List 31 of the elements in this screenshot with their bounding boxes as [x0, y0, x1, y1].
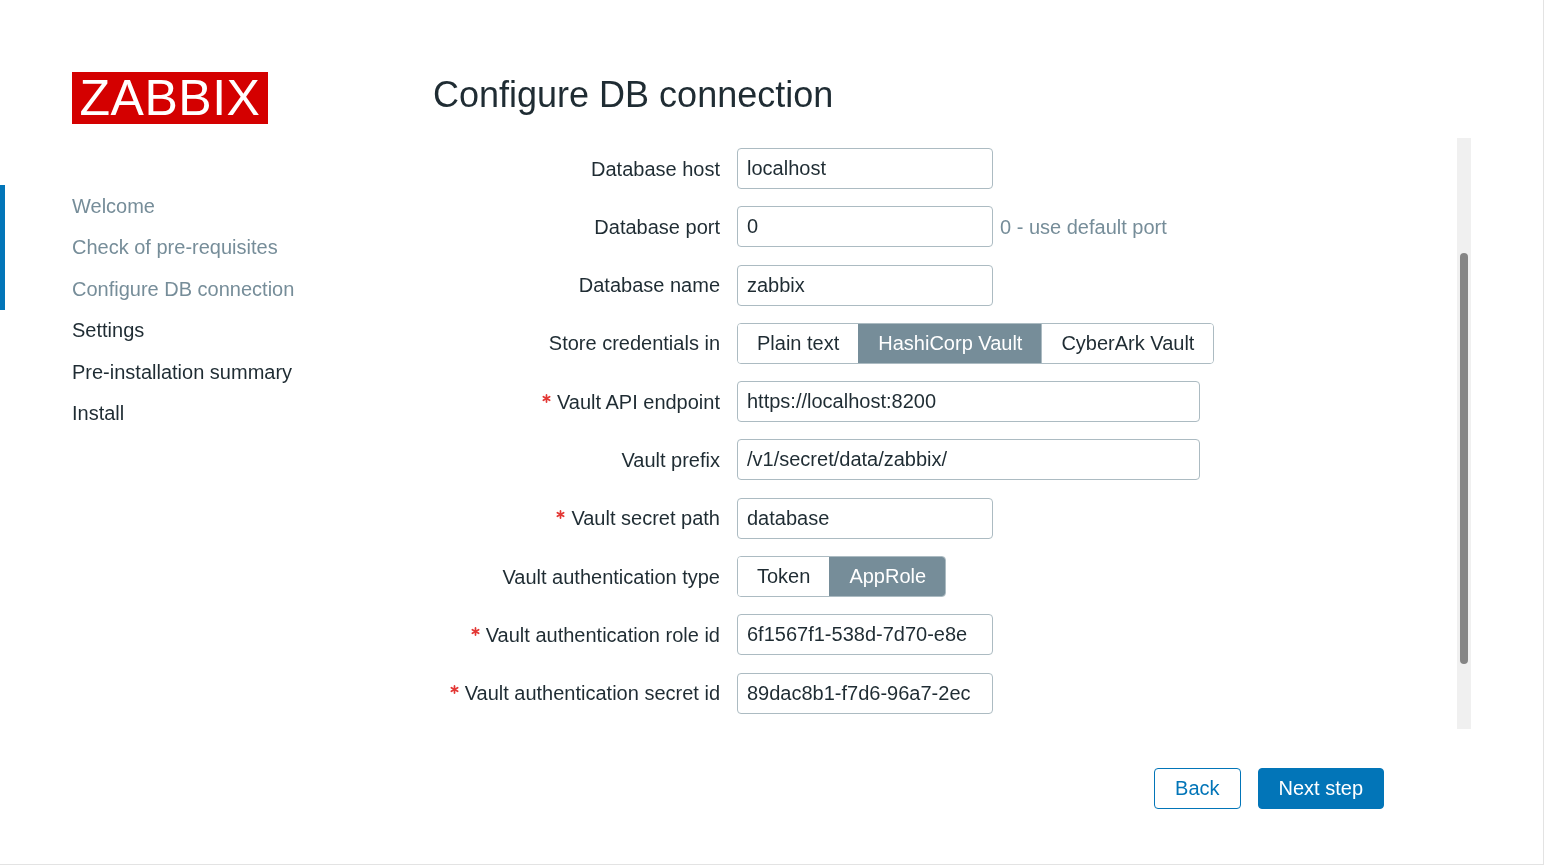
- input-field[interactable]: /v1/secret/data/zabbix/: [737, 439, 1200, 481]
- step-label: Check of pre-requisites: [72, 235, 278, 260]
- back-button[interactable]: Back: [1154, 768, 1241, 809]
- step-label: Settings: [72, 318, 145, 343]
- field-label: Vault prefix: [621, 448, 720, 472]
- field-label: Vault authentication role id: [485, 622, 720, 647]
- field-label: Vault authentication secret id: [464, 681, 720, 706]
- input-field[interactable]: https://localhost:8200: [737, 381, 1200, 423]
- input-field[interactable]: database: [737, 497, 993, 539]
- field-label: Store credentials in: [548, 331, 720, 356]
- input-field[interactable]: zabbix: [737, 264, 993, 306]
- segment-option[interactable]: CyberArk Vault: [1041, 323, 1214, 363]
- field-label: Database host: [591, 156, 720, 181]
- input-field[interactable]: localhost: [737, 148, 993, 189]
- step-label: Configure DB connection: [72, 276, 295, 301]
- field-label: Database port: [594, 214, 720, 239]
- step-label: Welcome: [72, 193, 155, 218]
- hint-text: 0 - use default port: [1000, 214, 1167, 239]
- next-button[interactable]: Next step: [1257, 768, 1384, 809]
- scrollbar-thumb[interactable]: [1460, 253, 1468, 664]
- field-label: Database name: [578, 273, 720, 298]
- field-label: Vault secret path: [571, 506, 720, 531]
- field-label: Vault API endpoint: [556, 389, 720, 414]
- field-label: Vault authentication type: [502, 564, 720, 589]
- input-field[interactable]: 0: [737, 206, 993, 248]
- logo: ZABBIX: [72, 72, 268, 124]
- step-label: Pre-installation summary: [72, 359, 293, 384]
- page-title: Configure DB connection: [433, 73, 834, 117]
- input-field[interactable]: 89dac8b1-f7d6-96a7-2ec: [737, 672, 993, 714]
- step-label: Install: [72, 401, 125, 426]
- input-field[interactable]: 6f1567f1-538d-7d70-e8e: [737, 614, 993, 656]
